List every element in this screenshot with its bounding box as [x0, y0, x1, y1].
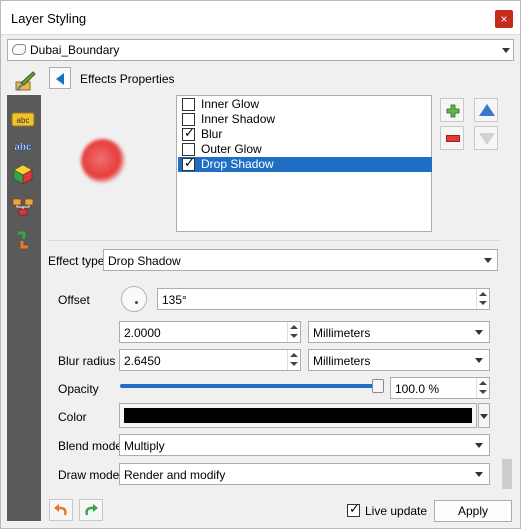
- effect-checkbox[interactable]: [182, 126, 195, 141]
- effect-label: Outer Glow: [201, 142, 262, 156]
- chevron-down-icon: [502, 48, 510, 53]
- effect-type-select[interactable]: Drop Shadow: [103, 249, 498, 271]
- down-arrow-icon: [479, 133, 495, 145]
- color-label: Color: [58, 410, 87, 424]
- labels-abc-icon[interactable]: abc: [10, 109, 36, 131]
- apply-button[interactable]: Apply: [434, 500, 512, 522]
- offset-angle-dial[interactable]: [121, 286, 147, 312]
- close-button[interactable]: ×: [495, 10, 513, 28]
- divider: [47, 240, 500, 241]
- offset-angle-value: 135°: [162, 293, 187, 307]
- effect-checkbox[interactable]: [182, 98, 195, 111]
- chevron-down-icon: [475, 472, 483, 477]
- blur-radius-input[interactable]: 2.6450: [119, 349, 301, 371]
- chevron-down-icon: [475, 443, 483, 448]
- layer-styling-window: Layer Styling × Dubai_Boundary abc abc E…: [0, 0, 521, 529]
- effect-label: Drop Shadow: [201, 157, 274, 171]
- chevron-down-icon: [475, 330, 483, 335]
- panel-title: Effects Properties: [80, 72, 175, 86]
- offset-distance-value: 2.0000: [124, 326, 161, 340]
- effect-label: Blur: [201, 127, 223, 141]
- blur-radius-value: 2.6450: [124, 354, 161, 368]
- color-menu-button[interactable]: [478, 403, 490, 428]
- opacity-slider-track[interactable]: [120, 384, 378, 388]
- effect-type-value: Drop Shadow: [108, 254, 181, 268]
- up-arrow-icon: [479, 104, 495, 116]
- color-swatch: [124, 408, 472, 423]
- blend-mode-select[interactable]: Multiply: [119, 434, 490, 456]
- layer-selector[interactable]: Dubai_Boundary: [7, 39, 514, 61]
- blur-unit-select[interactable]: Millimeters: [308, 349, 490, 371]
- effect-item[interactable]: Inner Glow: [178, 97, 432, 112]
- redo-icon: [85, 504, 98, 516]
- scrollbar-thumb[interactable]: [502, 459, 512, 489]
- polygon-layer-icon: [12, 44, 26, 55]
- offset-unit-value: Millimeters: [313, 326, 371, 340]
- title-bar: Layer Styling ×: [1, 1, 520, 35]
- effects-list[interactable]: Inner GlowInner ShadowBlurOuter GlowDrop…: [176, 95, 432, 232]
- effect-item[interactable]: Drop Shadow: [178, 156, 432, 172]
- draw-mode-value: Render and modify: [124, 468, 226, 482]
- remove-effect-button[interactable]: [440, 126, 464, 150]
- minus-icon: [446, 135, 460, 142]
- opacity-value: 100.0 %: [395, 382, 440, 396]
- opacity-slider-handle[interactable]: [372, 379, 384, 393]
- redo-button[interactable]: [79, 499, 103, 521]
- blend-mode-label: Blend mode: [58, 439, 123, 453]
- effect-item[interactable]: Inner Shadow: [178, 112, 432, 127]
- svg-text:abc: abc: [17, 116, 30, 125]
- chevron-down-icon: [484, 258, 492, 263]
- effect-checkbox[interactable]: [182, 143, 195, 156]
- window-title: Layer Styling: [11, 11, 87, 26]
- color-button[interactable]: [119, 403, 477, 428]
- add-effect-button[interactable]: [440, 98, 464, 122]
- move-up-button[interactable]: [474, 98, 498, 122]
- live-update-checkbox[interactable]: [347, 502, 360, 517]
- plus-icon: [446, 104, 460, 118]
- blend-mode-value: Multiply: [124, 439, 165, 453]
- spin-arrows[interactable]: [476, 378, 489, 398]
- blur-unit-value: Millimeters: [313, 354, 371, 368]
- effect-type-label: Effect type: [48, 254, 105, 268]
- offset-angle-input[interactable]: 135°: [157, 288, 490, 310]
- offset-label: Offset: [58, 293, 90, 307]
- spin-arrows[interactable]: [287, 322, 300, 342]
- back-button[interactable]: [49, 67, 71, 89]
- effect-label: Inner Glow: [201, 97, 260, 111]
- draw-mode-label: Draw mode: [58, 468, 120, 482]
- style-sidebar: abc abc: [7, 95, 41, 521]
- history-icon[interactable]: [10, 229, 36, 251]
- svg-text:abc: abc: [14, 142, 32, 153]
- 3d-view-icon[interactable]: [10, 163, 36, 185]
- effect-label: Inner Shadow: [201, 112, 276, 126]
- masks-abc-icon[interactable]: abc: [10, 135, 36, 157]
- undo-button[interactable]: [49, 499, 73, 521]
- layer-selector-value: Dubai_Boundary: [30, 43, 120, 57]
- chevron-down-icon: [480, 414, 488, 419]
- diagrams-icon[interactable]: [10, 196, 36, 218]
- blur-radius-label: Blur radius: [58, 354, 116, 368]
- effect-checkbox[interactable]: [182, 113, 195, 126]
- vertical-scrollbar[interactable]: [500, 241, 514, 491]
- effect-item[interactable]: Outer Glow: [178, 142, 432, 157]
- opacity-input[interactable]: 100.0 %: [390, 377, 490, 399]
- draw-mode-select[interactable]: Render and modify: [119, 463, 490, 485]
- spin-arrows[interactable]: [287, 350, 300, 370]
- live-update-label: Live update: [365, 504, 428, 518]
- chevron-down-icon: [475, 358, 483, 363]
- symbology-brush-icon[interactable]: [13, 69, 37, 93]
- move-down-button[interactable]: [474, 126, 498, 150]
- opacity-label: Opacity: [58, 382, 99, 396]
- offset-distance-input[interactable]: 2.0000: [119, 321, 301, 343]
- undo-icon: [54, 504, 67, 516]
- offset-unit-select[interactable]: Millimeters: [308, 321, 490, 343]
- spin-arrows[interactable]: [476, 289, 489, 309]
- effect-preview: [81, 139, 125, 183]
- effect-item[interactable]: Blur: [178, 126, 432, 142]
- effect-checkbox[interactable]: [182, 156, 195, 171]
